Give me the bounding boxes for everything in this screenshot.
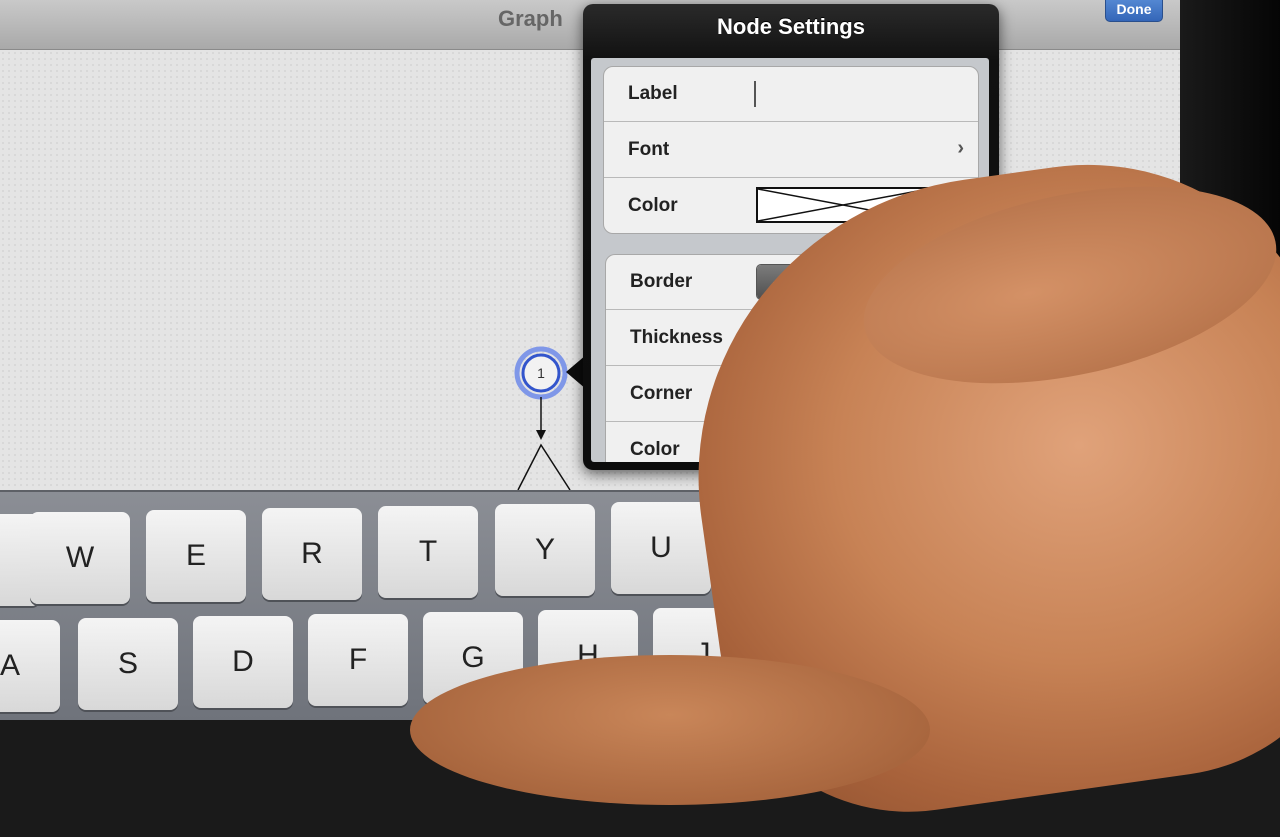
label-row-title: Label (628, 83, 678, 104)
key-u[interactable]: U (611, 502, 711, 594)
page-title: Graph (498, 6, 563, 31)
chevron-right-icon: › (957, 137, 964, 159)
key-d[interactable]: D (193, 616, 293, 708)
thumb-occlusion (410, 655, 930, 805)
border-row-title: Border (630, 271, 693, 292)
font-row[interactable]: Font › (604, 123, 978, 178)
label-text-cursor (754, 81, 756, 107)
key-y[interactable]: Y (495, 504, 595, 596)
node-1-label: 1 (537, 365, 545, 381)
corner-row-title: Corner (630, 383, 693, 404)
thickness-row-title: Thickness (630, 327, 723, 348)
popover-title: Node Settings (717, 14, 865, 39)
key-f[interactable]: F (308, 614, 408, 706)
key-t[interactable]: T (378, 506, 478, 598)
key-e[interactable]: E (146, 510, 246, 602)
done-button[interactable]: Done (1105, 0, 1163, 22)
font-row-title: Font (628, 139, 670, 160)
key-w[interactable]: W (30, 512, 130, 604)
key-s[interactable]: S (78, 618, 178, 710)
edge-arrowhead (536, 430, 546, 440)
child-node-shape (517, 443, 571, 491)
label-row[interactable]: Label (604, 67, 978, 122)
key-a[interactable]: A (0, 620, 60, 712)
text-color-row-title: Color (628, 195, 678, 216)
border-color-row-title: Color (630, 439, 680, 460)
key-r[interactable]: R (262, 508, 362, 600)
